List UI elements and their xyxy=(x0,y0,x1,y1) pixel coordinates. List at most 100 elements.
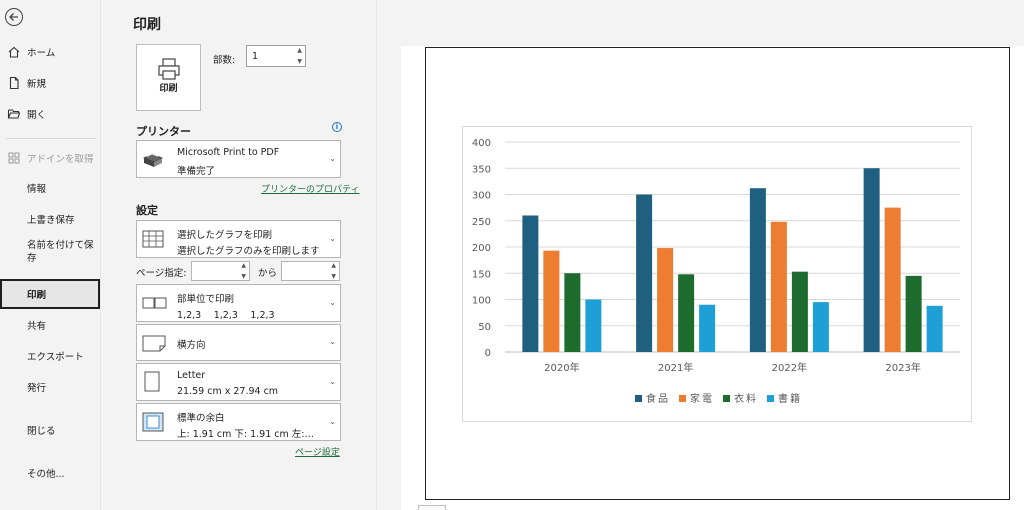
nav-info[interactable]: 情報 xyxy=(0,174,100,202)
printer-properties-link[interactable]: プリンターのプロパティ xyxy=(261,182,359,195)
pages-to-input[interactable]: ▲ ▼ xyxy=(281,261,340,281)
back-arrow-icon xyxy=(9,13,18,21)
bar-衣料-2020年 xyxy=(564,273,581,352)
legend-label: 食品 xyxy=(646,392,670,405)
legend-label: 衣料 xyxy=(734,392,758,405)
decrement-icon[interactable]: ▼ xyxy=(297,58,302,65)
legend-swatch-衣料 xyxy=(723,395,730,402)
bar-書籍-2022年 xyxy=(812,302,829,352)
nav-label: 開く xyxy=(27,110,47,121)
back-button[interactable] xyxy=(5,8,23,26)
nav-label-line1: 名前を付けて保 xyxy=(27,240,94,251)
nav-new[interactable]: 新規 xyxy=(0,69,100,97)
nav-label: 上書き保存 xyxy=(27,215,75,226)
landscape-page-icon xyxy=(142,335,166,352)
copies-label: 部数: xyxy=(213,55,236,66)
increment-icon[interactable]: ▲ xyxy=(331,262,336,269)
y-tick-label: 400 xyxy=(472,138,491,149)
pages-from-input[interactable]: ▲ ▼ xyxy=(191,261,250,281)
sheet-grid-icon xyxy=(142,230,164,248)
chevron-down-icon: ⌄ xyxy=(329,234,336,243)
nav-label-line2: 存 xyxy=(27,253,37,264)
chevron-down-icon: ⌄ xyxy=(329,337,336,346)
bar-家電-2021年 xyxy=(657,248,674,352)
print-what-desc: 選択したグラフのみを印刷します xyxy=(177,246,320,257)
addins-grid-icon xyxy=(7,151,21,165)
x-tick-label: 2020年 xyxy=(544,361,579,374)
info-icon[interactable]: i xyxy=(332,122,342,132)
page-navigator[interactable] xyxy=(418,505,446,510)
bar-食品-2023年 xyxy=(863,168,880,352)
print-button-label: 印刷 xyxy=(159,84,178,94)
nav-close[interactable]: 閉じる xyxy=(0,416,100,444)
nav-label: 発行 xyxy=(27,383,47,394)
decrement-icon[interactable]: ▼ xyxy=(241,273,246,280)
y-tick-label: 200 xyxy=(472,243,491,254)
y-tick-label: 350 xyxy=(472,164,491,175)
bar-衣料-2022年 xyxy=(791,271,808,352)
print-what-select[interactable]: 選択したグラフを印刷 選択したグラフのみを印刷します ⌄ xyxy=(136,220,341,258)
margins-desc: 上: 1.91 cm 下: 1.91 cm 左:… xyxy=(177,429,314,440)
chart: 400 350 300 250 200 150 100 50 0 2020年 2021年 2022年 2… xyxy=(462,126,972,422)
nav-home[interactable]: ホーム xyxy=(0,38,100,66)
bar-家電-2020年 xyxy=(543,250,560,352)
pages-to-label: から xyxy=(258,268,278,279)
printer-icon xyxy=(158,58,180,80)
y-tick-label: 50 xyxy=(478,322,491,333)
bar-書籍-2020年 xyxy=(585,299,602,352)
paper-title: Letter xyxy=(177,370,206,381)
print-button[interactable]: 印刷 xyxy=(136,44,201,111)
printer-status: 準備完了 xyxy=(177,166,216,177)
increment-icon[interactable]: ▲ xyxy=(241,262,246,269)
y-tick-label: 100 xyxy=(472,296,491,307)
settings-section-title: 設定 xyxy=(136,204,158,217)
nav-label: エクスポート xyxy=(27,352,84,363)
nav-label: その他... xyxy=(27,469,65,480)
nav-save-as[interactable]: 名前を付けて保存 xyxy=(0,239,100,275)
nav-publish[interactable]: 発行 xyxy=(0,373,100,401)
collate-select[interactable]: 部単位で印刷 1,2,3 1,2,3 1,2,3 ⌄ xyxy=(136,284,341,322)
nav-label: 情報 xyxy=(27,184,47,195)
orientation-value: 横方向 xyxy=(177,340,206,351)
nav-label: ホーム xyxy=(27,48,56,59)
nav-open[interactable]: 開く xyxy=(0,100,100,128)
nav-label: 共有 xyxy=(27,321,47,332)
pages-label: ページ指定: xyxy=(136,268,187,279)
printer-select[interactable]: Microsoft Print to PDF 準備完了 ⌄ xyxy=(136,140,341,178)
orientation-select[interactable]: 横方向 ⌄ xyxy=(136,324,341,361)
legend-label: 家電 xyxy=(690,392,714,405)
nav-divider xyxy=(6,138,96,139)
bar-衣料-2021年 xyxy=(678,274,695,352)
nav-print[interactable]: 印刷 xyxy=(0,279,100,309)
bar-家電-2022年 xyxy=(770,221,787,352)
copies-value: 1 xyxy=(252,51,259,62)
nav-export[interactable]: エクスポート xyxy=(0,342,100,370)
collate-icon xyxy=(142,297,167,309)
printer-name: Microsoft Print to PDF xyxy=(177,147,280,158)
home-icon xyxy=(7,45,21,59)
x-tick-label: 2022年 xyxy=(772,361,807,374)
paper-size-select[interactable]: Letter 21.59 cm x 27.94 cm ⌄ xyxy=(136,363,341,401)
margins-select[interactable]: 標準の余白 上: 1.91 cm 下: 1.91 cm 左:… ⌄ xyxy=(136,403,341,441)
bar-書籍-2021年 xyxy=(699,304,716,352)
y-tick-label: 300 xyxy=(472,191,491,202)
decrement-icon[interactable]: ▼ xyxy=(331,273,336,280)
print-what-title: 選択したグラフを印刷 xyxy=(177,230,273,241)
copies-input[interactable]: 1 ▲ ▼ xyxy=(246,45,306,67)
nav-more[interactable]: その他... xyxy=(0,459,100,487)
chevron-down-icon: ⌄ xyxy=(329,377,336,386)
nav-share[interactable]: 共有 xyxy=(0,311,100,339)
nav-save[interactable]: 上書き保存 xyxy=(0,205,100,233)
nav-label: 印刷 xyxy=(27,290,47,301)
printer-device-icon xyxy=(143,153,163,167)
paper-desc: 21.59 cm x 27.94 cm xyxy=(177,386,279,397)
backstage-nav: ホーム 新規 開く アドインを取得 情報 上書き保存 名前を付けて保存 印刷 共… xyxy=(0,0,101,510)
print-settings-panel: 印刷 印刷 部数: 1 ▲ ▼ プリンター i Microsoft Print … xyxy=(101,0,377,510)
printer-section-title: プリンター xyxy=(136,125,191,138)
chevron-down-icon: ⌄ xyxy=(329,417,336,426)
increment-icon[interactable]: ▲ xyxy=(297,47,302,54)
chevron-down-icon: ⌄ xyxy=(329,154,336,163)
bar-食品-2021年 xyxy=(636,194,653,352)
nav-get-addins: アドインを取得 xyxy=(0,144,100,172)
page-setup-link[interactable]: ページ設定 xyxy=(295,445,340,458)
